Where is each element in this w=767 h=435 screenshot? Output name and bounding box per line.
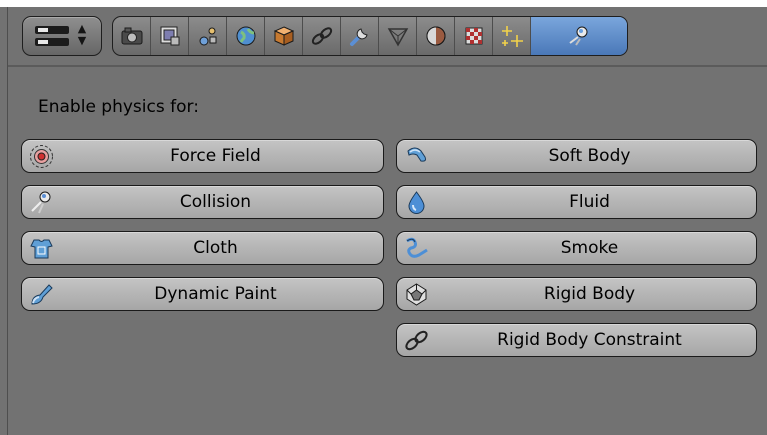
scene-icon [199, 27, 216, 46]
render-layers-icon [160, 26, 179, 46]
button-label: Cloth [193, 238, 238, 258]
tab-render[interactable] [113, 17, 151, 55]
collision-icon [31, 191, 51, 214]
section-label: Enable physics for: [38, 97, 199, 117]
properties-editor-icon [35, 26, 69, 46]
tab-texture[interactable] [455, 17, 493, 55]
physics-panel: Enable physics for: Force Field Collisio… [8, 67, 767, 435]
rigid-body-constraint-button[interactable]: Rigid Body Constraint [396, 323, 757, 357]
rigid-body-icon [406, 283, 427, 306]
tab-object[interactable] [265, 17, 303, 55]
tab-material[interactable] [417, 17, 455, 55]
smoke-button[interactable]: Smoke [396, 231, 757, 265]
link-icon [311, 27, 332, 45]
tab-scene[interactable] [189, 17, 227, 55]
texture-checker-icon [465, 27, 482, 45]
button-label: Soft Body [548, 146, 631, 166]
fluid-icon [408, 191, 425, 214]
button-label: Rigid Body [543, 284, 636, 304]
material-sphere-icon [426, 26, 445, 46]
tab-render-layers[interactable] [151, 17, 189, 55]
button-label: Force Field [170, 146, 261, 166]
particles-icon [501, 26, 523, 47]
mesh-data-icon [387, 28, 408, 47]
soft-body-icon [407, 147, 426, 162]
physics-icon [569, 26, 588, 46]
force-field-button[interactable]: Force Field [21, 139, 384, 173]
context-tabs [112, 16, 628, 56]
collision-button[interactable]: Collision [21, 185, 384, 219]
cloth-icon [30, 239, 53, 259]
tab-particles[interactable] [493, 17, 531, 55]
camera-icon [121, 27, 142, 45]
button-label: Fluid [569, 192, 610, 212]
dynamic-paint-icon [31, 284, 53, 305]
button-label: Collision [179, 192, 252, 212]
tab-physics[interactable] [531, 17, 627, 55]
button-label: Rigid Body Constraint [497, 330, 682, 350]
cloth-button[interactable]: Cloth [21, 231, 384, 265]
object-cube-icon [273, 26, 294, 46]
top-border [0, 0, 767, 7]
up-down-arrows-icon: ▲ ▼ [77, 22, 87, 47]
tab-world[interactable] [227, 17, 265, 55]
editor-type-button[interactable]: ▲ ▼ [22, 16, 102, 56]
tab-constraints[interactable] [303, 17, 341, 55]
tab-modifiers[interactable] [341, 17, 379, 55]
wrench-icon [349, 28, 368, 46]
dynamic-paint-button[interactable]: Dynamic Paint [21, 277, 384, 311]
properties-header: ▲ ▼ [8, 7, 767, 67]
force-field-icon [30, 145, 53, 168]
world-icon [236, 26, 255, 46]
fluid-button[interactable]: Fluid [396, 185, 757, 219]
properties-editor: ▲ ▼ Enable physics for: Force Field Coll… [7, 7, 767, 435]
rigid-body-constraint-icon [405, 330, 428, 351]
smoke-icon [406, 237, 428, 258]
soft-body-button[interactable]: Soft Body [396, 139, 757, 173]
tab-data[interactable] [379, 17, 417, 55]
rigid-body-button[interactable]: Rigid Body [396, 277, 757, 311]
button-label: Smoke [560, 238, 619, 258]
button-label: Dynamic Paint [154, 284, 277, 304]
